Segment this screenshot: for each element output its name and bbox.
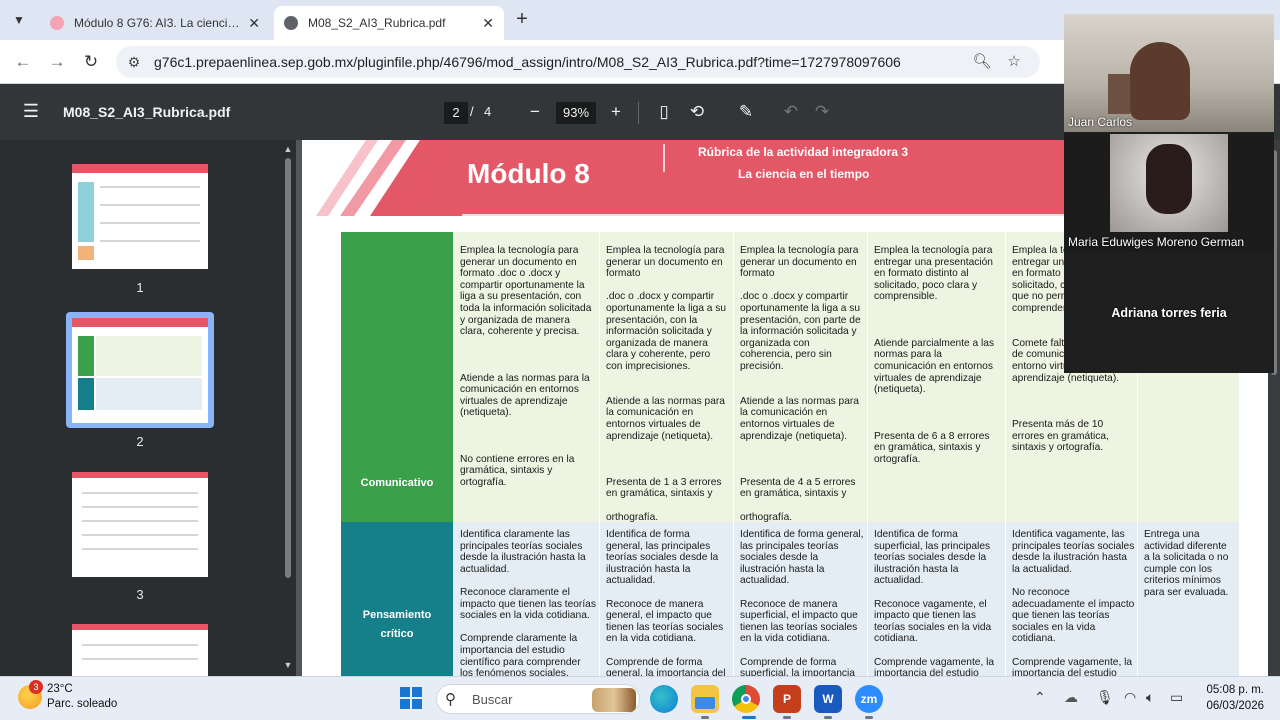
participant-name: Juan Carlos (1068, 115, 1133, 129)
tab-moodle-assignment[interactable]: Módulo 8 G76: AI3. La ciencia en el tiem… (40, 6, 270, 40)
zoom-in-button[interactable]: + (604, 101, 628, 123)
participant-tile-1[interactable]: Juan Carlos (1064, 14, 1274, 132)
app-running-indicator (783, 716, 791, 719)
page-thumbnail-3[interactable] (72, 472, 208, 577)
total-pages: 4 (484, 104, 492, 119)
video-call-panel: Juan Carlos Maria Eduwiges Moreno German… (1064, 14, 1274, 373)
scroll-up-icon[interactable]: ▲ (282, 144, 294, 154)
battery-icon[interactable]: ▭ (1170, 689, 1183, 706)
participant-name: Adriana torres feria (1111, 306, 1227, 320)
zoom-out-button[interactable]: − (523, 101, 547, 123)
search-icon: ⚲ (445, 691, 456, 708)
show-hidden-icons-icon[interactable]: ⌃ (1034, 689, 1046, 706)
powerpoint-icon[interactable]: P (773, 685, 801, 713)
site-info-icon[interactable]: ⚙ (124, 52, 144, 72)
cloud-icon[interactable]: ☁ (1064, 689, 1078, 706)
app-running-indicator (701, 716, 709, 719)
moodle-favicon-icon (50, 16, 64, 30)
zoom-input[interactable]: 93% (556, 102, 596, 124)
thumbnail-sidebar: 1 2 3 ▲ ▼ (0, 140, 296, 676)
tab-title: Módulo 8 G76: AI3. La ciencia en el tiem… (74, 16, 240, 30)
row-label-pensamiento: Pensamiento crítico (362, 609, 432, 640)
page-thumbnail-2[interactable] (72, 318, 208, 423)
rubric-cell: Identifica claramente las principales te… (460, 529, 596, 676)
app-running-indicator (824, 716, 832, 719)
participant-tile-2[interactable]: Maria Eduwiges Moreno German (1064, 134, 1274, 252)
clock-date[interactable]: 06/03/2026 (1200, 700, 1264, 712)
undo-icon[interactable]: ↶ (779, 101, 803, 123)
file-explorer-icon[interactable] (691, 685, 719, 713)
scroll-down-icon[interactable]: ▼ (282, 660, 294, 670)
windows-start-icon[interactable] (400, 687, 422, 709)
tab-title: M08_S2_AI3_Rubrica.pdf (308, 16, 446, 30)
clock-time[interactable]: 05:08 p. m. (1200, 684, 1264, 696)
participant-name: Maria Eduwiges Moreno German (1068, 235, 1245, 249)
thumbnail-label: 1 (136, 280, 144, 295)
weather-condition[interactable]: Parc. soleado (47, 698, 117, 710)
page-thumbnail-4[interactable] (72, 624, 208, 676)
address-bar[interactable]: ⚙ g76c1.prepaenlinea.sep.gob.mx/pluginfi… (116, 46, 1040, 78)
page-thumbnail-1[interactable] (72, 164, 208, 269)
rubric-title: Rúbrica de la actividad integradora 3 (698, 145, 909, 159)
toolbar-divider (638, 102, 639, 124)
rubric-cell: Emplea la tecnología para entregar una p… (874, 245, 995, 465)
rubric-cell: Emplea la tecnología para generar un doc… (606, 245, 727, 523)
reload-button[interactable]: ↻ (80, 51, 102, 73)
zoom-app-icon[interactable]: zm (855, 685, 883, 713)
bookmark-star-icon[interactable]: ☆ (1003, 51, 1025, 73)
notification-badge: 3 (29, 680, 43, 694)
speaker-icon[interactable]: 🔈︎ (1146, 689, 1154, 706)
redo-icon[interactable]: ↷ (810, 101, 834, 123)
forward-button[interactable]: → (46, 51, 68, 73)
tab-rubric-pdf[interactable]: M08_S2_AI3_Rubrica.pdf ✕ (274, 6, 504, 40)
chrome-icon[interactable] (732, 685, 760, 713)
participant-tile-3[interactable]: Adriana torres feria (1064, 254, 1274, 373)
windows-taskbar: 3 23°C Parc. soleado ⚲ Buscar P W zm ⌃ ☁… (0, 676, 1280, 720)
search-placeholder: Buscar (472, 692, 513, 707)
url-text[interactable]: g76c1.prepaenlinea.sep.gob.mx/pluginfile… (154, 54, 901, 70)
taskbar-search-box[interactable]: ⚲ Buscar (436, 684, 640, 714)
menu-icon[interactable]: ☰ (20, 100, 42, 122)
scroll-thumb[interactable] (285, 158, 291, 578)
page-separator: / (470, 104, 474, 119)
rubric-cell: Emplea la tecnología para generar un doc… (740, 245, 861, 523)
annotate-icon[interactable]: ✎ (734, 101, 758, 123)
back-button[interactable]: ← (12, 51, 34, 73)
zoom-icon[interactable]: 🔍︎ (971, 51, 993, 73)
page-number-input[interactable]: 2 (444, 102, 468, 124)
rubric-cell: Identifica de forma general, las princip… (740, 529, 864, 676)
rubric-cell: Identifica de forma general, las princip… (606, 529, 726, 676)
search-highlight-icon (592, 688, 636, 712)
app-active-indicator (742, 716, 756, 719)
edge-icon[interactable] (650, 685, 678, 713)
module-title: Módulo 8 (467, 158, 590, 189)
close-tab-icon[interactable]: ✕ (248, 15, 260, 32)
new-tab-button[interactable]: + (512, 8, 532, 30)
thumbnail-label: 2 (136, 434, 144, 449)
row-header-pensamiento (341, 522, 453, 676)
pdf-filename: M08_S2_AI3_Rubrica.pdf (63, 104, 231, 120)
rotate-icon[interactable]: ⟲ (685, 101, 709, 123)
sidebar-scrollbar[interactable]: ▲ ▼ (282, 144, 294, 672)
tab-search-button[interactable]: ▼ (8, 9, 30, 31)
weather-temperature[interactable]: 23°C (47, 683, 73, 695)
row-label-comunicativo: Comunicativo (360, 477, 434, 489)
participant-avatar (1130, 42, 1190, 120)
wifi-icon[interactable]: ◠ (1124, 689, 1136, 706)
close-tab-icon[interactable]: ✕ (482, 15, 494, 32)
rubric-cell: Identifica de forma superficial, las pri… (874, 529, 995, 676)
rubric-cell: Emplea la tecnología para generar un doc… (460, 245, 592, 488)
rubric-subtitle: La ciencia en el tiempo (738, 167, 870, 181)
thumbnail-label: 3 (136, 587, 144, 602)
rubric-cell: Identifica vagamente, las principales te… (1012, 529, 1135, 676)
fit-page-icon[interactable]: ▯ (652, 101, 676, 123)
microphone-icon[interactable]: 🎙︎ (1096, 689, 1114, 706)
app-running-indicator (865, 716, 873, 719)
rubric-cell: Entrega una actividad diferente a la sol… (1144, 529, 1229, 598)
word-icon[interactable]: W (814, 685, 842, 713)
globe-icon (284, 16, 298, 30)
